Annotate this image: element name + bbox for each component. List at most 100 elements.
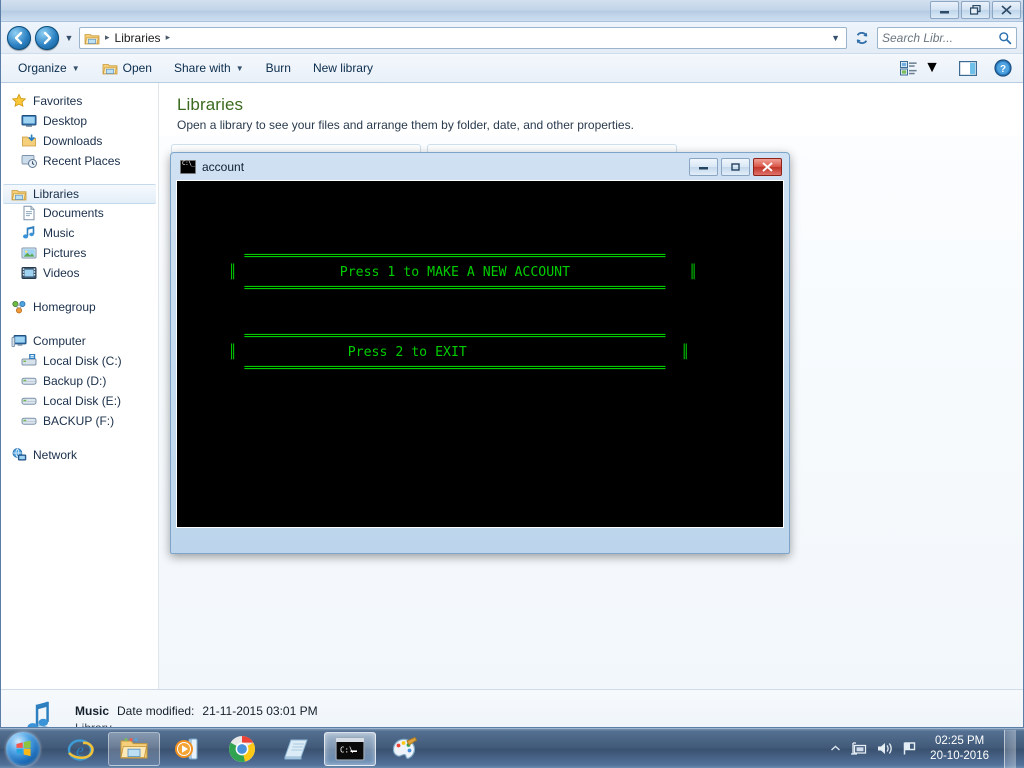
taskbar-item-paint[interactable] (378, 732, 430, 766)
taskbar-items: e C:\ (46, 731, 430, 766)
sidebar-item-backup-f[interactable]: BACKUP (F:) (1, 411, 158, 431)
taskbar-item-internet-explorer[interactable]: e (54, 732, 106, 766)
organize-button[interactable]: Organize ▼ (7, 57, 91, 79)
console-output: ════════════════════════════════════════… (228, 249, 698, 376)
breadcrumb-separator-tail[interactable]: ▸ (164, 32, 173, 43)
sidebar-item-local-disk-c[interactable]: Local Disk (C:) (1, 351, 158, 371)
new-library-button[interactable]: New library (302, 57, 384, 79)
computer-icon (11, 335, 27, 347)
sidebar-item-homegroup[interactable]: Homegroup (1, 297, 158, 317)
show-hidden-icons-button[interactable] (830, 744, 841, 753)
close-button[interactable] (992, 1, 1021, 19)
refresh-button[interactable] (851, 27, 873, 49)
minimize-icon (699, 167, 708, 170)
console-restore-button[interactable] (721, 157, 750, 176)
forward-button[interactable] (35, 25, 59, 50)
taskbar-clock[interactable]: 02:25 PM 20-10-2016 (926, 734, 995, 764)
command-prompt-window[interactable]: account ═══════════════ (170, 152, 790, 554)
back-arrow-icon (14, 31, 23, 44)
taskbar-item-command-prompt[interactable]: C:\ (324, 731, 376, 766)
address-dropdown-arrow[interactable]: ▼ (831, 33, 844, 43)
sidebar-item-music[interactable]: Music (1, 223, 158, 243)
action-center-button[interactable] (902, 741, 917, 756)
preview-pane-button[interactable] (945, 57, 982, 79)
svg-text:e: e (76, 740, 84, 760)
burn-button[interactable]: Burn (255, 57, 302, 79)
console-icon (180, 159, 196, 174)
sidebar-item-recent-places[interactable]: Recent Places (1, 151, 158, 171)
change-view-button[interactable]: ▼ (895, 57, 945, 79)
command-prompt-icon: C:\ (335, 736, 365, 761)
open-button[interactable]: Open (91, 57, 163, 79)
console-title-bar[interactable]: account (176, 153, 784, 180)
taskbar-item-windows-explorer[interactable] (108, 731, 160, 766)
sidebar-item-backup-d[interactable]: Backup (D:) (1, 371, 158, 391)
sidebar-item-computer[interactable]: Computer (1, 331, 158, 351)
console-minimize-button[interactable] (689, 157, 718, 176)
sidebar-item-downloads[interactable]: Downloads (1, 131, 158, 151)
taskbar-item-notepad[interactable] (270, 732, 322, 766)
burn-label: Burn (265, 61, 291, 75)
action-center-flag-icon (903, 742, 916, 755)
clock-date: 20-10-2016 (930, 749, 989, 762)
minimize-icon (940, 10, 949, 13)
change-view-icon (900, 60, 917, 75)
search-icon (999, 31, 1012, 44)
drive-icon (21, 377, 37, 385)
music-icon (23, 226, 35, 239)
console-close-button[interactable] (753, 157, 782, 176)
new-library-label: New library (312, 61, 373, 75)
open-label: Open (122, 61, 152, 75)
taskbar-item-windows-media-player[interactable] (162, 732, 214, 766)
explorer-title-bar[interactable] (1, 0, 1023, 22)
open-folder-icon (102, 64, 118, 75)
back-button[interactable] (7, 25, 31, 50)
recent-pages-dropdown[interactable]: ▼ (63, 33, 75, 43)
navigation-pane[interactable]: Favorites Desktop Downloads Recent Places Li… (1, 83, 159, 689)
downloads-icon (22, 134, 36, 147)
windows-media-player-icon (175, 738, 198, 759)
search-input[interactable]: Search Libr... (882, 31, 998, 45)
sidebar-item-pictures[interactable]: Pictures (1, 243, 158, 263)
sidebar-item-local-disk-e[interactable]: Local Disk (E:) (1, 391, 158, 411)
breadcrumb-libraries[interactable]: Libraries (115, 31, 161, 45)
volume-tray-icon (878, 743, 892, 754)
internet-explorer-icon: e (67, 738, 94, 761)
console-window-controls (689, 157, 782, 176)
console-screen[interactable]: ════════════════════════════════════════… (176, 180, 784, 528)
sidebar-item-network[interactable]: Network (1, 445, 158, 465)
show-desktop-button[interactable] (1004, 729, 1016, 768)
minimize-button[interactable] (930, 1, 959, 19)
taskbar-item-google-chrome[interactable] (216, 732, 268, 766)
network-tray-button[interactable] (850, 741, 867, 756)
volume-tray-button[interactable] (876, 741, 893, 756)
chevron-down-icon: ▼ (924, 59, 940, 76)
drive-icon (21, 417, 37, 425)
sidebar-item-libraries[interactable]: Libraries (3, 184, 156, 204)
pictures-icon (21, 247, 37, 259)
search-box[interactable]: Search Libr... (877, 26, 1017, 49)
help-button[interactable]: ? (982, 57, 1017, 79)
help-icon: ? (994, 59, 1012, 77)
close-icon (762, 161, 773, 172)
sidebar-item-desktop[interactable]: Desktop (1, 111, 158, 131)
sidebar-item-label: Documents (43, 206, 104, 220)
sidebar-item-label: Local Disk (E:) (43, 394, 122, 408)
sidebar-item-documents[interactable]: Documents (1, 203, 158, 223)
videos-icon (21, 267, 37, 279)
sidebar-item-videos[interactable]: Videos (1, 263, 158, 283)
address-bar[interactable]: ▸ Libraries ▸ ▼ (79, 26, 847, 49)
sidebar-item-favorites[interactable]: Favorites (1, 91, 158, 111)
status-date-value: 21-11-2015 03:01 PM (202, 704, 318, 718)
start-button[interactable] (0, 730, 46, 768)
status-date-label: Date modified: (117, 704, 195, 718)
sidebar-item-label: Backup (D:) (43, 374, 107, 388)
windows-logo-icon (15, 740, 31, 757)
status-item-type: Library (75, 721, 112, 728)
content-header: Libraries Open a library to see your fil… (159, 83, 1023, 132)
share-with-button[interactable]: Share with ▼ (163, 57, 255, 79)
restore-icon (731, 162, 740, 171)
sidebar-item-label: Local Disk (C:) (43, 354, 122, 368)
restore-button[interactable] (961, 1, 990, 19)
system-tray: 02:25 PM 20-10-2016 (830, 729, 1024, 768)
